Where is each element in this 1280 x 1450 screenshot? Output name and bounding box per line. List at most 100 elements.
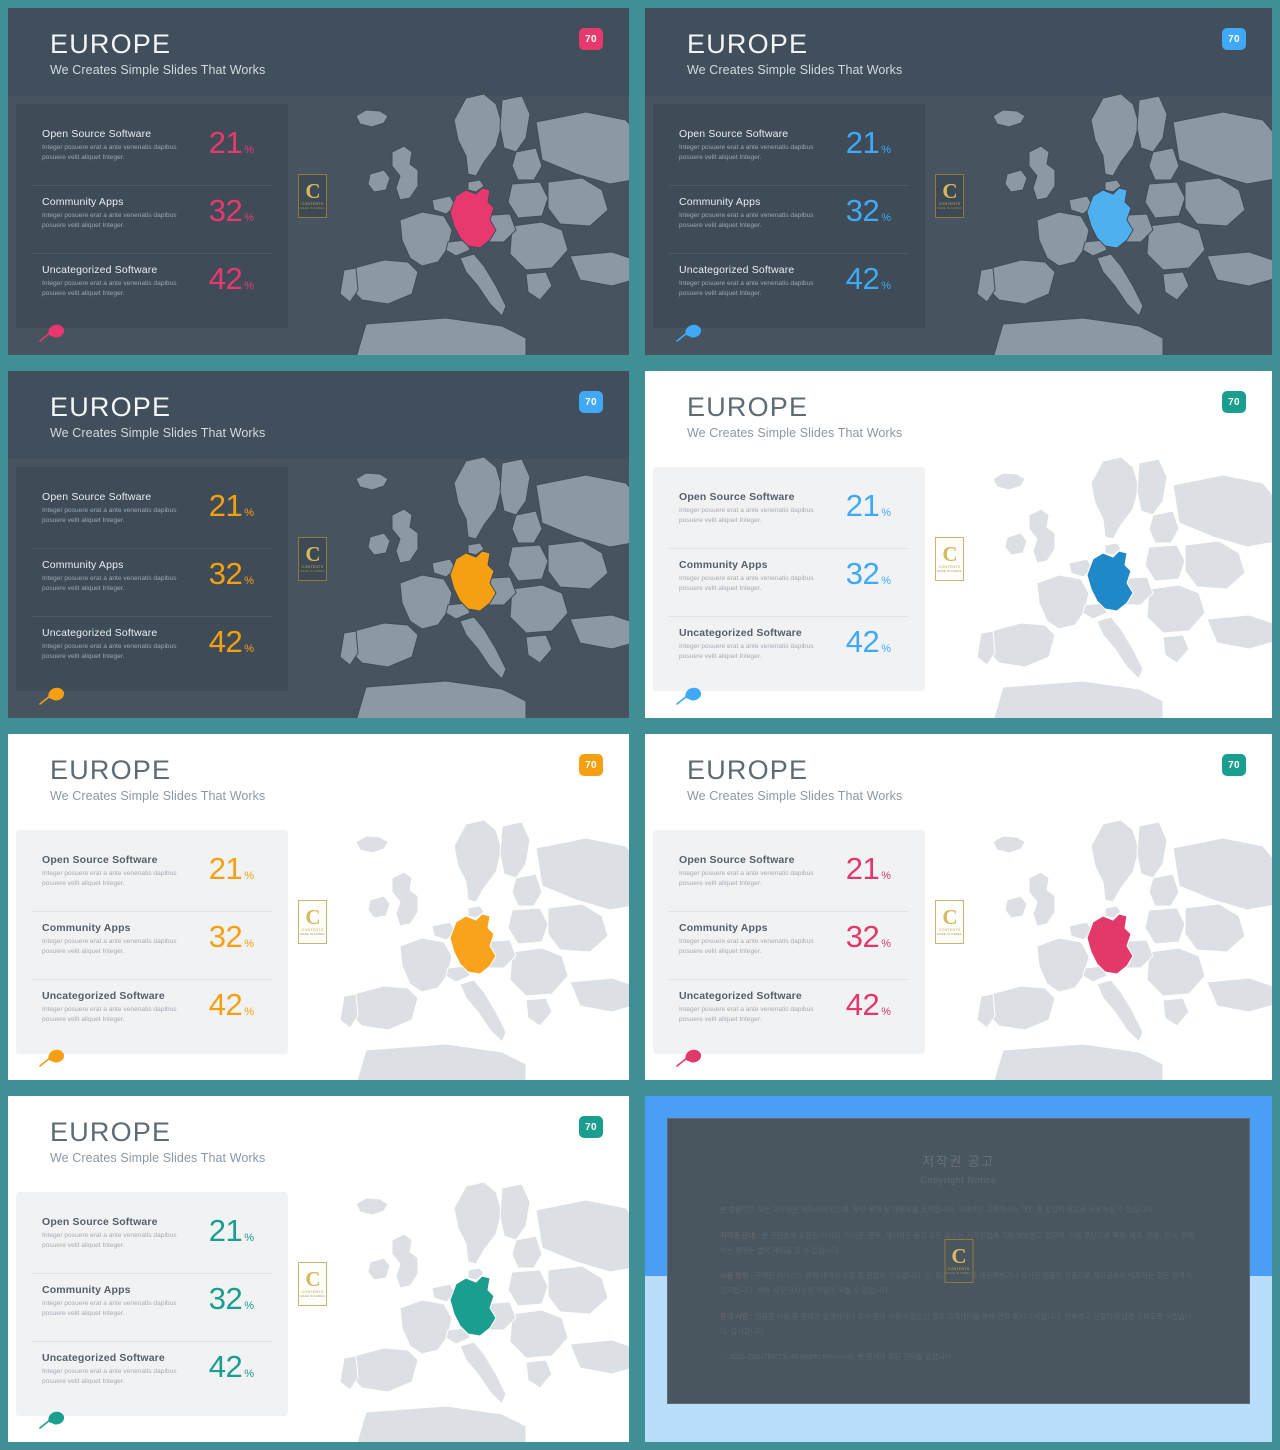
stat-value-group: 42 % xyxy=(846,262,909,294)
stat-unit: % xyxy=(244,1368,254,1380)
stat-unit: % xyxy=(881,144,891,156)
stat-value: 32 xyxy=(845,193,880,228)
stat-title: Uncategorized Software xyxy=(42,627,158,639)
stat-description: Integer posuere erat a ante venenatis da… xyxy=(42,870,177,888)
stat-row: Uncategorized Software Integer posuere e… xyxy=(669,254,909,322)
pushpin-icon xyxy=(39,1049,64,1067)
stat-value-group: 21 % xyxy=(846,489,909,521)
stat-title: Community Apps xyxy=(42,1284,131,1296)
slide-number-badge[interactable]: 70 xyxy=(579,1116,603,1138)
europe-map xyxy=(339,1181,629,1442)
brand-logo: C CONTENTS MADE IN KOREA xyxy=(935,537,964,581)
stat-value: 21 xyxy=(208,1213,243,1248)
stat-text: Uncategorized Software Integer posuere e… xyxy=(669,625,846,662)
stat-unit: % xyxy=(244,870,254,882)
pushpin xyxy=(38,1408,70,1430)
page-title: EUROPE xyxy=(687,755,809,785)
stat-row: Uncategorized Software Integer posuere e… xyxy=(32,1342,272,1410)
stat-value-group: 42 % xyxy=(209,1350,272,1382)
stat-title: Open Source Software xyxy=(679,491,795,503)
stat-value-group: 21 % xyxy=(209,1214,272,1246)
slide-number-badge[interactable]: 70 xyxy=(1222,28,1246,50)
stat-text: Community Apps Integer posuere erat a an… xyxy=(32,194,209,231)
slide-8-copyright[interactable]: 저작권 공고 Copyright Notice 본 템플릿의 모든 저작권은 제… xyxy=(637,1088,1280,1450)
slide-header: EUROPE We Creates Simple Slides That Wor… xyxy=(8,371,629,459)
stat-row: Open Source Software Integer posuere era… xyxy=(32,844,272,912)
stat-row: Uncategorized Software Integer posuere e… xyxy=(669,980,909,1048)
stat-text: Uncategorized Software Integer posuere e… xyxy=(32,1350,209,1387)
europe-map xyxy=(976,93,1272,355)
germany-highlight xyxy=(449,913,497,975)
stat-description: Integer posuere erat a ante venenatis da… xyxy=(679,212,814,230)
slide-3[interactable]: EUROPE We Creates Simple Slides That Wor… xyxy=(0,363,637,726)
slide-7[interactable]: EUROPE We Creates Simple Slides That Wor… xyxy=(0,1088,637,1450)
stat-value-group: 32 % xyxy=(209,1282,272,1314)
map-container[interactable] xyxy=(326,90,629,355)
stat-unit: % xyxy=(881,643,891,655)
stat-unit: % xyxy=(244,280,254,292)
slide-number-badge[interactable]: 70 xyxy=(1222,391,1246,413)
logo-tagline: MADE IN KOREA xyxy=(937,207,962,211)
slide-number-badge[interactable]: 70 xyxy=(579,28,603,50)
pushpin xyxy=(675,684,707,706)
stat-value-group: 32 % xyxy=(846,557,909,589)
stats-card: Open Source Software Integer posuere era… xyxy=(16,104,288,328)
stat-unit: % xyxy=(881,280,891,292)
map-container[interactable] xyxy=(963,90,1272,355)
stat-value-group: 21 % xyxy=(209,489,272,521)
map-container[interactable] xyxy=(963,816,1272,1080)
europe-map xyxy=(339,819,629,1080)
logo-letter: C xyxy=(951,1243,966,1268)
stats-card: Open Source Software Integer posuere era… xyxy=(653,467,925,691)
logo-name: CONTENTS xyxy=(301,202,324,207)
brand-logo: C CONTENTS MADE IN KOREA xyxy=(298,1262,327,1306)
stat-title: Community Apps xyxy=(679,559,768,571)
stat-title: Community Apps xyxy=(42,559,124,571)
stat-value: 42 xyxy=(845,261,880,296)
map-container[interactable] xyxy=(326,453,629,718)
slide-4[interactable]: EUROPE We Creates Simple Slides That Wor… xyxy=(637,363,1280,726)
map-container[interactable] xyxy=(326,816,629,1080)
stat-title: Uncategorized Software xyxy=(679,990,802,1002)
logo-name: CONTENTS xyxy=(301,565,324,570)
slide-number-badge[interactable]: 70 xyxy=(579,391,603,413)
stat-description: Integer posuere erat a ante venenatis da… xyxy=(42,507,177,525)
slide-2[interactable]: EUROPE We Creates Simple Slides That Wor… xyxy=(637,0,1280,363)
stat-text: Uncategorized Software Integer posuere e… xyxy=(669,988,846,1025)
stat-value: 21 xyxy=(208,488,243,523)
logo-name: CONTENTS xyxy=(301,928,324,933)
slide-number-badge[interactable]: 70 xyxy=(1222,754,1246,776)
pushpin-icon xyxy=(39,324,64,342)
copyright-paragraph: 문의 사항 : 템플릿 사용 중 문제가 발생하거나 추가 문의 사항이 있으신… xyxy=(720,1311,1192,1336)
map-container[interactable] xyxy=(963,453,1272,718)
stat-title: Uncategorized Software xyxy=(679,627,802,639)
stat-value-group: 32 % xyxy=(209,920,272,952)
stat-value: 21 xyxy=(845,851,880,886)
slide-5[interactable]: EUROPE We Creates Simple Slides That Wor… xyxy=(0,726,637,1088)
stat-value-group: 21 % xyxy=(846,126,909,158)
copyright-paragraph: 본 템플릿의 모든 저작권은 제작사에 있으며, 무단 복제 및 재배포를 금지… xyxy=(720,1205,1155,1214)
stat-row: Community Apps Integer posuere erat a an… xyxy=(669,912,909,980)
germany-highlight xyxy=(449,187,497,249)
stats-card: Open Source Software Integer posuere era… xyxy=(16,467,288,691)
stat-unit: % xyxy=(881,938,891,950)
stat-row: Community Apps Integer posuere erat a an… xyxy=(32,912,272,980)
copyright-panel: 저작권 공고 Copyright Notice 본 템플릿의 모든 저작권은 제… xyxy=(667,1118,1250,1404)
map-container[interactable] xyxy=(326,1178,629,1442)
stat-value-group: 21 % xyxy=(209,126,272,158)
slide-1[interactable]: EUROPE We Creates Simple Slides That Wor… xyxy=(0,0,637,363)
stat-title: Uncategorized Software xyxy=(42,264,158,276)
slide-number-badge[interactable]: 70 xyxy=(579,754,603,776)
stat-value: 32 xyxy=(208,193,243,228)
stat-value: 42 xyxy=(208,261,243,296)
slide-6[interactable]: EUROPE We Creates Simple Slides That Wor… xyxy=(637,726,1280,1088)
stat-value: 32 xyxy=(208,919,243,954)
stat-description: Integer posuere erat a ante venenatis da… xyxy=(679,507,814,525)
slide-body: Open Source Software Integer posuere era… xyxy=(8,93,629,355)
logo-name: CONTENTS xyxy=(938,565,961,570)
stat-row: Community Apps Integer posuere erat a an… xyxy=(32,186,272,254)
stat-value: 32 xyxy=(208,1281,243,1316)
stat-unit: % xyxy=(881,1006,891,1018)
stat-text: Community Apps Integer posuere erat a an… xyxy=(669,557,846,594)
page-subtitle: We Creates Simple Slides That Works xyxy=(50,426,266,441)
